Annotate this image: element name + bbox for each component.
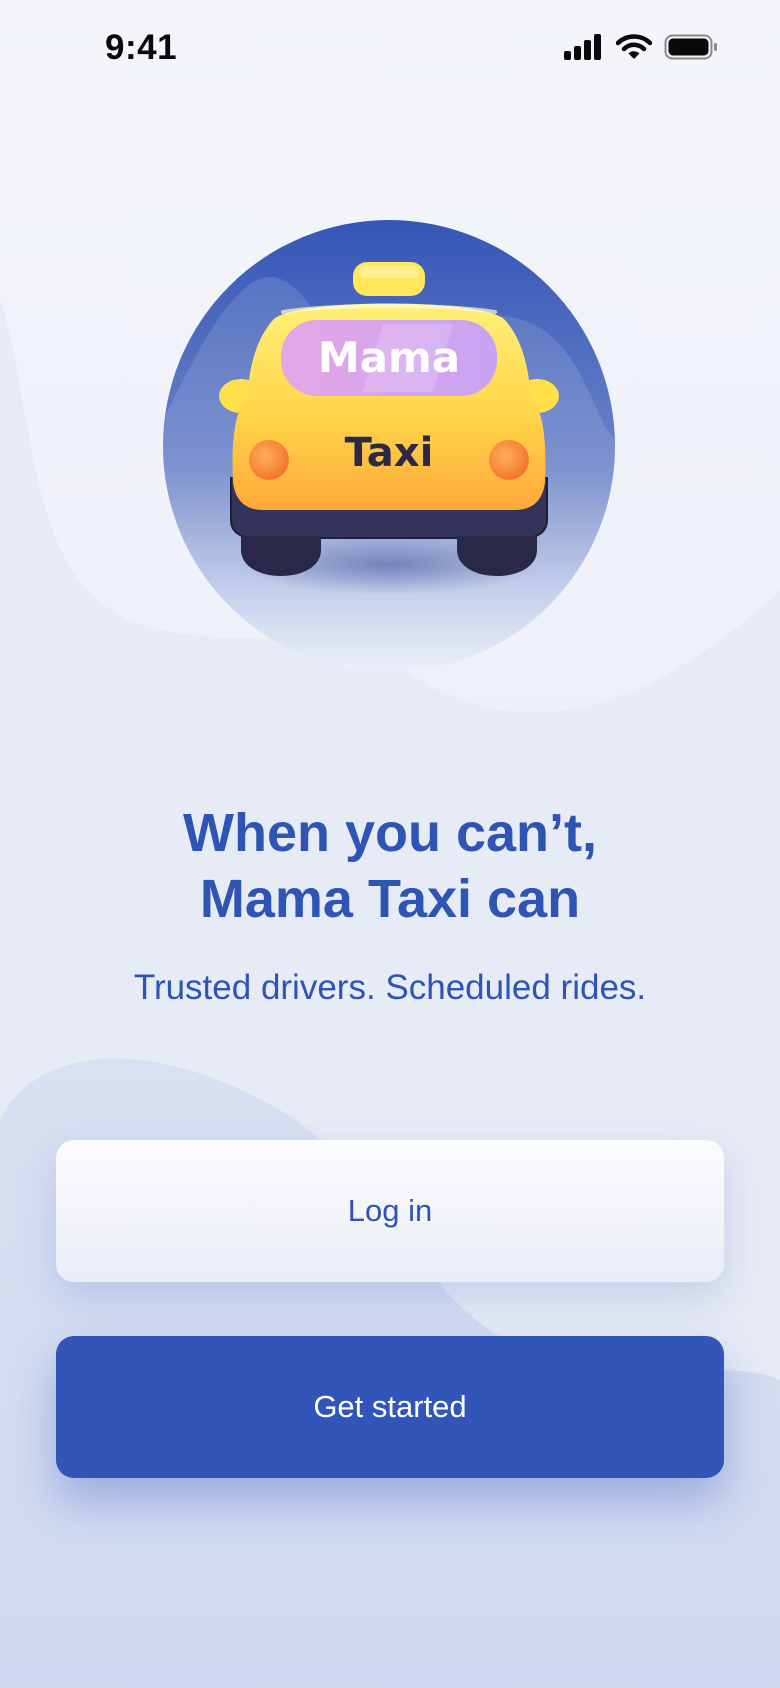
headline-line-1: When you can’t, — [182, 803, 598, 863]
wifi-icon — [615, 34, 653, 65]
login-button[interactable]: Log in — [56, 1140, 724, 1282]
hero-taxi-illustration: Mama Taxi — [163, 220, 615, 672]
welcome-screen: 9:41 Mama Taxi When you can’t, Mama Taxi… — [0, 0, 780, 1688]
taxi-window-text: Mama — [318, 333, 460, 382]
status-bar: 9:41 — [0, 0, 780, 100]
status-icons — [564, 34, 718, 65]
get-started-button[interactable]: Get started — [56, 1336, 724, 1478]
battery-icon — [664, 34, 718, 65]
signal-icon — [564, 34, 604, 65]
status-time: 9:41 — [105, 28, 178, 67]
taxi-plate-text: Taxi — [345, 430, 434, 476]
subtitle: Trusted drivers. Scheduled rides. — [133, 968, 647, 1007]
headline: When you can’t, Mama Taxi can — [40, 800, 740, 932]
headline-line-2: Mama Taxi can — [199, 869, 581, 929]
